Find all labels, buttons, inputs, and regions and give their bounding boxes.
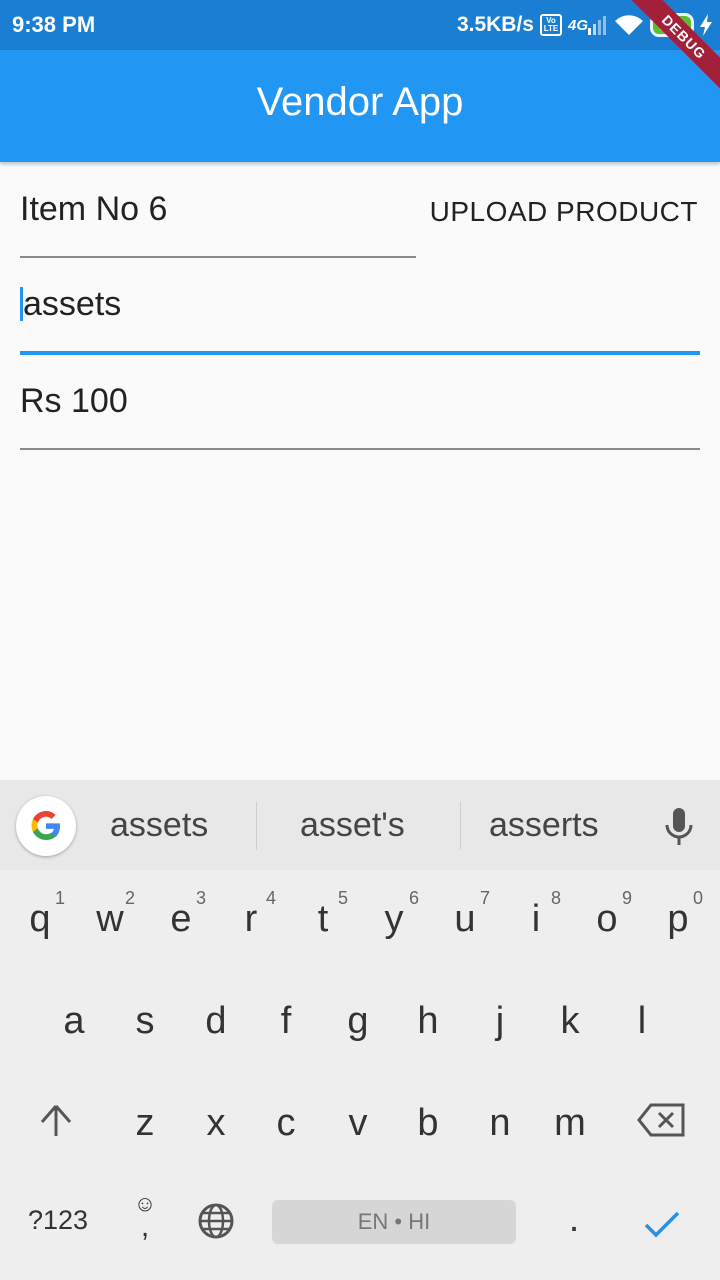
key-v[interactable]: v [328, 1102, 388, 1145]
key-hint-4: 4 [266, 888, 277, 908]
globe-key-icon[interactable] [186, 1202, 246, 1250]
key-d[interactable]: d [186, 1000, 246, 1043]
key-x[interactable]: x [186, 1102, 246, 1145]
key-hint-8: 8 [551, 888, 562, 908]
item-name-value: Item No 6 [20, 190, 168, 228]
status-bar: 9:38 PM 3.5KB/s VoLTE 4G 100 [0, 0, 720, 50]
app-title: Vendor App [256, 80, 464, 124]
key-hint-9: 9 [622, 888, 633, 908]
key-g[interactable]: g [328, 1000, 388, 1043]
key-b[interactable]: b [398, 1102, 458, 1145]
app-bar: Vendor App [0, 50, 720, 162]
image-path-value: assets [23, 285, 122, 323]
suggestion-divider [460, 802, 461, 850]
key-h[interactable]: h [398, 1000, 458, 1043]
symbols-key[interactable]: ?123 [16, 1205, 100, 1236]
key-hint-1: 1 [55, 888, 66, 908]
key-s[interactable]: s [115, 1000, 175, 1043]
screen: 9:38 PM 3.5KB/s VoLTE 4G 100 DEBUG Vendo… [0, 0, 720, 1280]
price-underline [20, 448, 700, 450]
key-hint-7: 7 [480, 888, 491, 908]
key-c[interactable]: c [256, 1102, 316, 1145]
suggestion-1[interactable]: assets [110, 806, 208, 845]
key-f[interactable]: f [256, 1000, 316, 1043]
suggestion-bar: assets asset's asserts [0, 780, 720, 870]
period-key[interactable]: . [544, 1198, 604, 1241]
key-hint-3: 3 [196, 888, 207, 908]
key-hint-0: 0 [693, 888, 704, 908]
shift-key-icon[interactable] [26, 1102, 86, 1148]
price-field[interactable]: Rs 100 [20, 382, 700, 452]
mic-icon[interactable] [664, 808, 694, 851]
key-j[interactable]: j [470, 1000, 530, 1043]
key-hint-6: 6 [409, 888, 420, 908]
done-check-icon[interactable] [632, 1206, 692, 1249]
signal-icon: 4G [568, 15, 608, 35]
key-k[interactable]: k [540, 1000, 600, 1043]
network-speed: 3.5KB/s [456, 13, 534, 36]
emoji-comma-key[interactable]: ☺ , [115, 1192, 175, 1242]
wifi-icon [614, 13, 644, 37]
volte-icon: Vo LTE [539, 14, 562, 36]
keyboard: assets asset's asserts q1w2e3r4t5y6u7i8o… [0, 780, 720, 1280]
google-logo-icon[interactable] [16, 796, 76, 856]
item-name-field[interactable]: Item No 6 [20, 190, 416, 260]
key-hint-5: 5 [338, 888, 349, 908]
suggestion-2[interactable]: asset's [300, 806, 405, 845]
key-z[interactable]: z [115, 1102, 175, 1145]
suggestion-divider [256, 802, 257, 850]
space-key[interactable]: EN • HI [272, 1200, 516, 1244]
image-path-underline [20, 351, 700, 355]
key-n[interactable]: n [470, 1102, 530, 1145]
key-a[interactable]: a [44, 1000, 104, 1043]
key-m[interactable]: m [540, 1102, 600, 1145]
image-path-field[interactable]: assets [20, 285, 700, 357]
key-l[interactable]: l [612, 1000, 672, 1043]
price-value: Rs 100 [20, 382, 128, 420]
suggestion-3[interactable]: asserts [489, 806, 599, 845]
backspace-key-icon[interactable] [632, 1102, 692, 1148]
item-name-underline [20, 256, 416, 258]
key-hint-2: 2 [125, 888, 136, 908]
status-time: 9:38 PM [12, 12, 96, 37]
charging-icon [700, 14, 712, 36]
upload-product-button[interactable]: UPLOAD PRODUCT [430, 196, 698, 228]
